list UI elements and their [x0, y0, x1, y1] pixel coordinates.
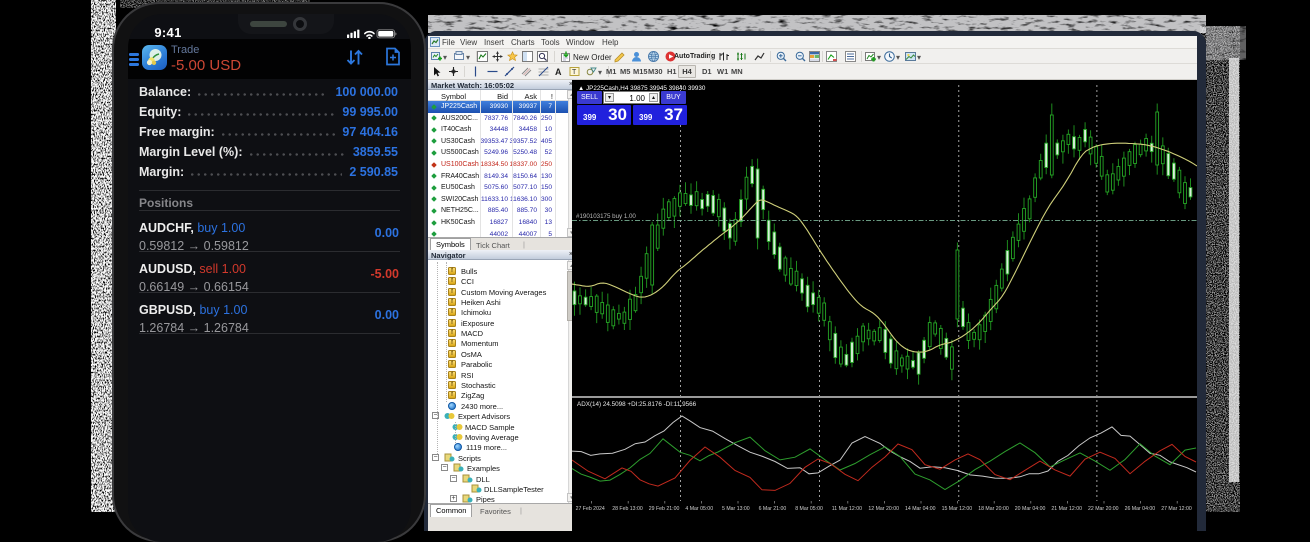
svg-text:ADX(14) 24.5098 +DI:25.8176: ADX(14) 24.5098 +DI:25.8176 -DI:11.9566: [577, 401, 697, 408]
svg-text:26 Mar 04:00: 26 Mar 04:00: [1125, 506, 1156, 512]
svg-text:#190103175 buy 1.00: #190103175 buy 1.00: [576, 213, 636, 220]
svg-text:15 Mar 12:00: 15 Mar 12:00: [942, 506, 973, 512]
svg-text:27 Mar 12:00: 27 Mar 12:00: [1161, 506, 1192, 512]
svg-text:18 Mar 20:00: 18 Mar 20:00: [978, 506, 1009, 512]
svg-text:4 Mar 05:00: 4 Mar 05:00: [685, 506, 713, 512]
svg-text:8 Mar 05:00: 8 Mar 05:00: [795, 506, 823, 512]
svg-text:14 Mar 04:00: 14 Mar 04:00: [905, 506, 936, 512]
svg-text:6 Mar 21:00: 6 Mar 21:00: [759, 506, 787, 512]
svg-text:27 Feb 2024: 27 Feb 2024: [576, 506, 605, 512]
svg-text:21 Mar 12:00: 21 Mar 12:00: [1051, 506, 1082, 512]
svg-text:22 Mar 20:00: 22 Mar 20:00: [1088, 506, 1119, 512]
svg-text:29 Feb 21:00: 29 Feb 21:00: [649, 506, 680, 512]
svg-text:5 Mar 13:00: 5 Mar 13:00: [722, 506, 750, 512]
svg-text:20 Mar 04:00: 20 Mar 04:00: [1015, 506, 1046, 512]
svg-text:12 Mar 20:00: 12 Mar 20:00: [868, 506, 899, 512]
svg-text:T: T: [572, 69, 577, 76]
svg-text:11 Mar 12:00: 11 Mar 12:00: [832, 506, 862, 512]
svg-text:28 Feb 13:00: 28 Feb 13:00: [612, 506, 643, 512]
